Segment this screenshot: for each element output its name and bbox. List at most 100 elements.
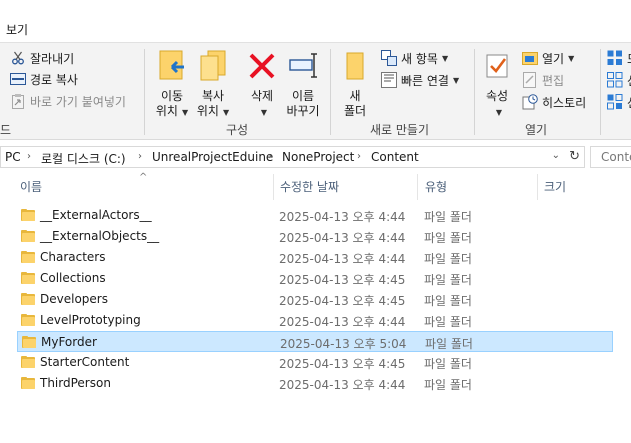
select-none-icon bbox=[607, 72, 623, 88]
title-bar bbox=[0, 0, 631, 18]
file-date: 2025-04-13 오후 4:45 bbox=[279, 357, 406, 371]
select-none-button[interactable]: 선 bbox=[607, 71, 631, 89]
copy-to-icon bbox=[193, 49, 233, 87]
select-all-label: 모 bbox=[627, 50, 631, 67]
chevron-down-icon: ▼ bbox=[441, 53, 449, 63]
delete-button[interactable]: 삭제 ▼ bbox=[243, 49, 281, 120]
new-folder-button[interactable]: 새 폴더 bbox=[336, 49, 374, 119]
folder-icon bbox=[21, 377, 35, 389]
breadcrumb-project-root[interactable]: UnrealProjectEduine bbox=[152, 150, 273, 164]
easy-access-icon bbox=[381, 72, 397, 88]
file-date: 2025-04-13 오후 4:44 bbox=[279, 315, 406, 329]
copy-path-button[interactable]: 경로 복사 bbox=[10, 70, 78, 88]
file-date: 2025-04-13 오후 5:04 bbox=[280, 337, 407, 351]
rename-button[interactable]: 이름 바꾸기 bbox=[283, 49, 323, 119]
search-input[interactable]: Conte bbox=[590, 146, 631, 168]
file-name: ThirdPerson bbox=[40, 376, 111, 390]
select-none-label: 선 bbox=[627, 72, 631, 89]
copy-to-label-2: 위치 bbox=[196, 104, 219, 118]
open-button[interactable]: 열기 ▼ bbox=[522, 49, 574, 67]
column-header-date[interactable]: 수정한 날짜 bbox=[280, 178, 339, 195]
chevron-down-icon: ▼ bbox=[495, 108, 503, 117]
chevron-down-icon: ▼ bbox=[222, 108, 230, 117]
edit-button[interactable]: 편집 bbox=[522, 71, 564, 89]
new-item-label: 새 항목 bbox=[401, 51, 438, 66]
column-divider[interactable] bbox=[537, 174, 538, 200]
open-folder-icon bbox=[522, 50, 538, 66]
open-label: 열기 bbox=[542, 51, 565, 66]
column-divider[interactable] bbox=[417, 174, 418, 200]
breadcrumb-none-project[interactable]: NoneProject bbox=[282, 150, 354, 164]
address-bar[interactable]: PC › 로컬 디스크 (C:) › UnrealProjectEduine ›… bbox=[0, 146, 585, 168]
column-header-name[interactable]: 이름 bbox=[20, 178, 42, 195]
edit-icon bbox=[522, 72, 538, 88]
sort-ascending-icon: ^ bbox=[139, 172, 148, 183]
easy-access-label: 빠른 연결 bbox=[401, 73, 449, 88]
list-item-selected[interactable]: MyForder 2025-04-13 오후 5:04 파일 폴더 bbox=[17, 331, 613, 352]
file-type: 파일 폴더 bbox=[424, 315, 472, 329]
file-type: 파일 폴더 bbox=[424, 252, 472, 266]
breadcrumb-content[interactable]: Content bbox=[371, 150, 419, 164]
move-to-icon bbox=[152, 49, 192, 87]
properties-button[interactable]: 속성 ▼ bbox=[479, 49, 515, 120]
file-type: 파일 폴더 bbox=[424, 357, 472, 371]
file-type: 파일 폴더 bbox=[424, 378, 472, 392]
chevron-right-icon[interactable]: › bbox=[27, 151, 31, 162]
file-name: MyForder bbox=[41, 335, 97, 349]
folder-icon bbox=[21, 272, 35, 284]
file-date: 2025-04-13 오후 4:44 bbox=[279, 210, 406, 224]
clipboard-group-label: 드 bbox=[0, 123, 12, 137]
breadcrumb-pc[interactable]: PC bbox=[5, 150, 21, 164]
list-item[interactable]: __ExternalObjects__ 2025-04-13 오후 4:44 파일 … bbox=[17, 226, 613, 247]
chevron-down-icon[interactable]: ⌄ bbox=[552, 150, 560, 161]
file-date: 2025-04-13 오후 4:44 bbox=[279, 231, 406, 245]
group-separator bbox=[144, 49, 145, 135]
breadcrumb-local-disk[interactable]: 로컬 디스크 (C:) bbox=[41, 150, 126, 167]
invert-selection-button[interactable]: 선 bbox=[607, 93, 631, 111]
file-name: StarterContent bbox=[40, 355, 130, 369]
chevron-right-icon[interactable]: › bbox=[268, 151, 272, 162]
file-type: 파일 폴더 bbox=[424, 210, 472, 224]
move-to-label-2: 위치 bbox=[155, 104, 178, 118]
new-item-button[interactable]: 새 항목 ▼ bbox=[381, 49, 448, 67]
column-header-type[interactable]: 유형 bbox=[425, 178, 447, 195]
chevron-right-icon[interactable]: › bbox=[138, 151, 142, 162]
edit-label: 편집 bbox=[542, 73, 565, 88]
chevron-down-icon: ▼ bbox=[260, 108, 268, 117]
chevron-down-icon: ▼ bbox=[181, 108, 189, 117]
file-name: Characters bbox=[40, 250, 106, 264]
list-item[interactable]: LevelPrototyping 2025-04-13 오후 4:44 파일 폴더 bbox=[17, 310, 613, 331]
path-icon bbox=[10, 71, 26, 87]
copy-to-button[interactable]: 복사 위치 ▼ bbox=[193, 49, 233, 120]
group-separator bbox=[600, 49, 601, 135]
paste-shortcut-button[interactable]: 바로 가기 붙여넣기 bbox=[10, 92, 126, 110]
refresh-icon[interactable]: ↻ bbox=[569, 149, 580, 164]
open-group-label: 열기 bbox=[525, 123, 548, 137]
list-item[interactable]: Characters 2025-04-13 오후 4:44 파일 폴더 bbox=[17, 247, 613, 268]
file-name: Collections bbox=[40, 271, 106, 285]
file-type: 파일 폴더 bbox=[424, 273, 472, 287]
scissors-icon bbox=[10, 50, 26, 66]
history-label: 히스토리 bbox=[542, 95, 587, 110]
list-item[interactable]: __ExternalActors__ 2025-04-13 오후 4:44 파일 폴… bbox=[17, 205, 613, 226]
list-item[interactable]: Developers 2025-04-13 오후 4:45 파일 폴더 bbox=[17, 289, 613, 310]
rename-icon bbox=[283, 49, 323, 87]
group-separator bbox=[474, 49, 475, 135]
chevron-right-icon[interactable]: › bbox=[357, 151, 361, 162]
new-folder-label-1: 새 bbox=[349, 89, 361, 103]
cut-button[interactable]: 잘라내기 bbox=[10, 49, 74, 67]
column-header-size[interactable]: 크기 bbox=[544, 178, 566, 195]
folder-icon bbox=[21, 251, 35, 263]
tab-view[interactable]: 보기 bbox=[6, 21, 28, 38]
file-date: 2025-04-13 오후 4:44 bbox=[279, 252, 406, 266]
list-item[interactable]: StarterContent 2025-04-13 오후 4:45 파일 폴더 bbox=[17, 352, 613, 373]
history-button[interactable]: 히스토리 bbox=[522, 93, 586, 111]
list-item[interactable]: ThirdPerson 2025-04-13 오후 4:44 파일 폴더 bbox=[17, 373, 613, 394]
easy-access-button[interactable]: 빠른 연결 ▼ bbox=[381, 71, 459, 89]
list-item[interactable]: Collections 2025-04-13 오후 4:45 파일 폴더 bbox=[17, 268, 613, 289]
move-to-button[interactable]: 이동 위치 ▼ bbox=[152, 49, 192, 120]
select-all-button[interactable]: 모 bbox=[607, 49, 631, 67]
folder-icon bbox=[21, 230, 35, 242]
new-item-icon bbox=[381, 50, 397, 66]
column-divider[interactable] bbox=[273, 174, 274, 200]
